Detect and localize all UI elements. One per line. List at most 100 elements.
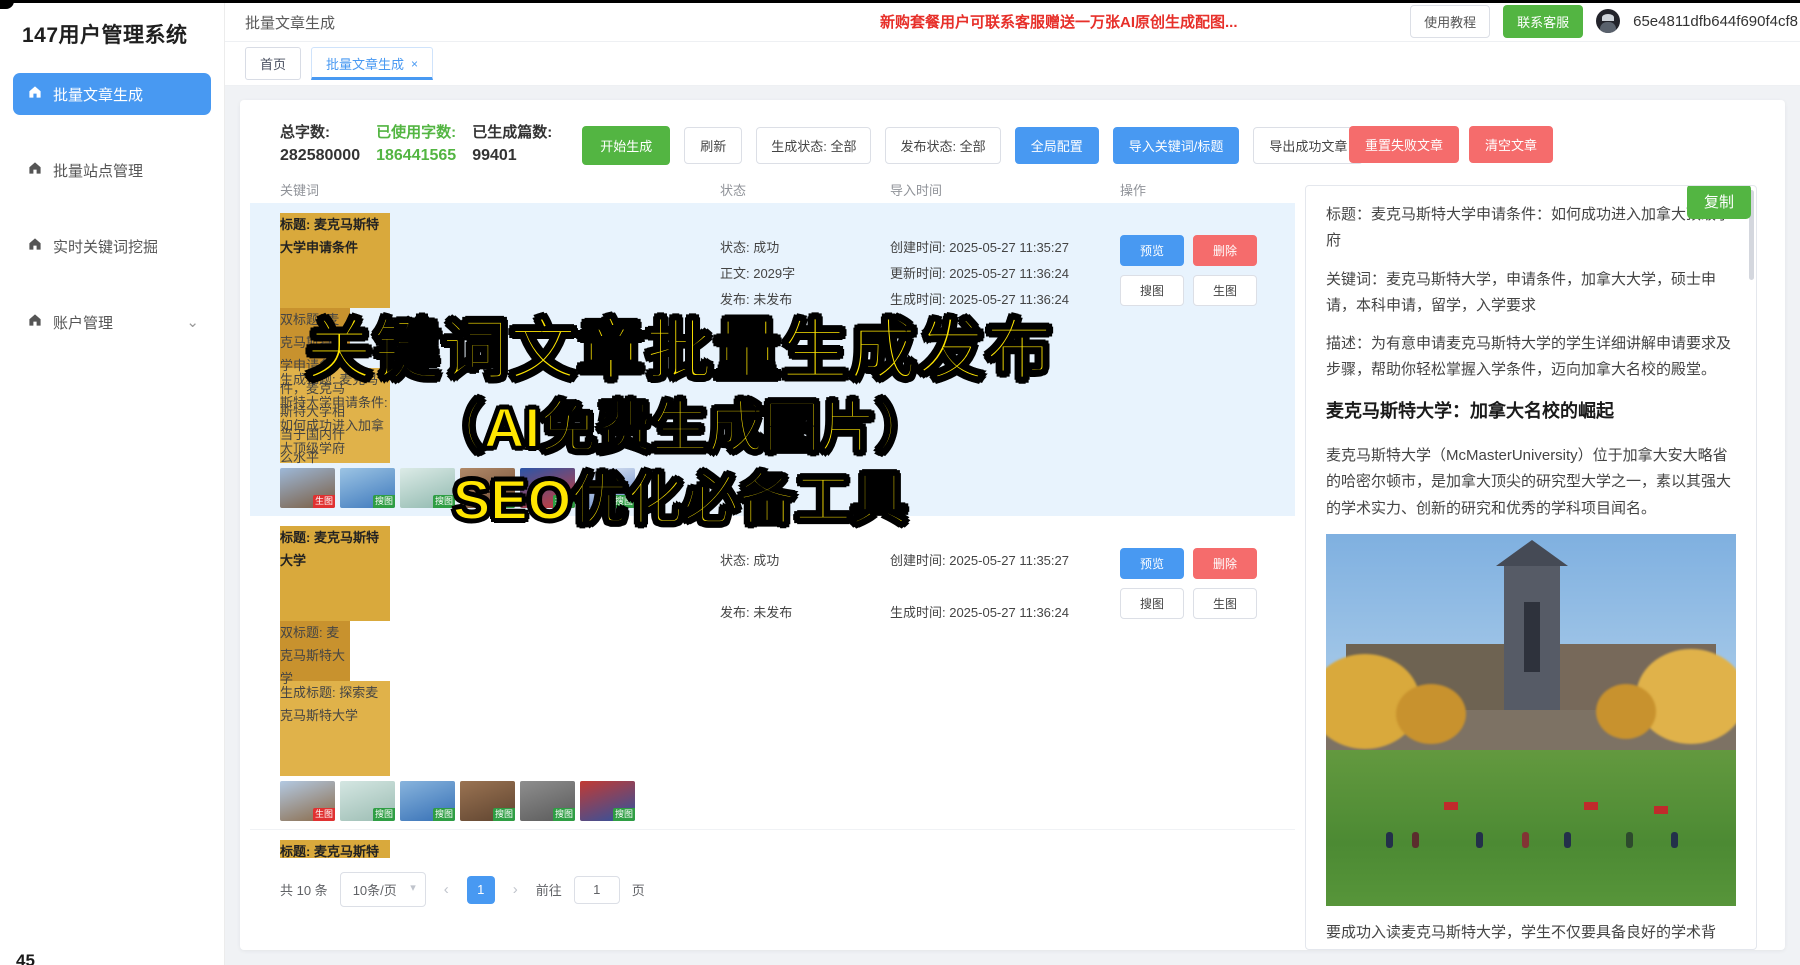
- stat-value: 99401: [472, 144, 552, 168]
- next-page-button[interactable]: ›: [507, 881, 524, 898]
- flag: [1584, 802, 1598, 810]
- table-row[interactable]: 标题: 麦克马斯特大学双标题: 麦克马斯特大学生成标题: 探索麦克马斯特大学生图…: [250, 516, 1295, 830]
- stat-label: 已使用字数:: [376, 122, 456, 144]
- danger-button-group: 重置失败文章 清空文章: [1349, 126, 1553, 163]
- sidebar-item-0[interactable]: 批量文章生成: [13, 73, 211, 115]
- tab-1[interactable]: 批量文章生成 ×: [311, 47, 433, 80]
- article-image: [1326, 534, 1736, 906]
- tab-label: 首页: [260, 54, 286, 73]
- avatar[interactable]: [1596, 9, 1620, 33]
- time-cell: 创建时间: 2025-05-27 11:35:27更新时间: 2025-05-2…: [890, 213, 1120, 508]
- tab-0[interactable]: 首页: [245, 47, 301, 80]
- delete-button[interactable]: 删除: [1193, 235, 1257, 266]
- row-generated-title: 生成标题: 探索麦克马斯特大学: [280, 681, 390, 776]
- table-row[interactable]: 标题: 麦克马斯特大学研究生申请条件双标题: 麦克马斯特大学研究生申请条件，麦克…: [250, 830, 1295, 858]
- search-image-button[interactable]: 搜图: [1120, 275, 1184, 306]
- row-title: 标题: 麦克马斯特大学研究生申请条件: [280, 840, 390, 858]
- pagination-total: 共 10 条: [280, 880, 328, 899]
- contact-support-button[interactable]: 联系客服: [1503, 5, 1583, 38]
- delete-button[interactable]: 删除: [1193, 548, 1257, 579]
- global-config-button[interactable]: 全局配置: [1015, 127, 1099, 164]
- sidebar-item-label: 账户管理: [53, 312, 113, 333]
- goto-page-input[interactable]: [574, 876, 620, 904]
- home-icon: [27, 160, 43, 180]
- thumbnail-tag: 搜图: [613, 808, 635, 821]
- page-number-button[interactable]: 1: [467, 876, 495, 904]
- article-thumbnail[interactable]: 搜图: [520, 468, 575, 508]
- publish-status-filter[interactable]: 发布状态: 全部: [885, 127, 1000, 164]
- table-row[interactable]: 标题: 麦克马斯特大学申请条件双标题: 麦克马斯特大学申请条件，麦克马斯特大学相…: [250, 203, 1295, 516]
- thumbnail-tag: 搜图: [373, 495, 395, 508]
- sidebar-menu: 批量文章生成批量站点管理实时关键词挖掘账户管理⌄: [0, 73, 224, 343]
- keyword-cell: 标题: 麦克马斯特大学双标题: 麦克马斯特大学生成标题: 探索麦克马斯特大学生图…: [280, 526, 720, 821]
- import-keywords-button[interactable]: 导入关键词/标题: [1113, 127, 1240, 164]
- row-title: 标题: 麦克马斯特大学: [280, 526, 390, 621]
- article-thumbnail[interactable]: 搜图: [340, 468, 395, 508]
- sidebar-item-2[interactable]: 实时关键词挖掘: [13, 225, 211, 267]
- tab-bar: 首页 批量文章生成 ×: [225, 42, 1800, 86]
- page-unit-label: 页: [632, 880, 645, 899]
- tab-label: 批量文章生成: [326, 54, 404, 73]
- time-line: 生成时间: 2025-05-27 11:36:24: [890, 287, 1120, 313]
- sidebar-item-1[interactable]: 批量站点管理: [13, 149, 211, 191]
- person: [1626, 832, 1633, 848]
- campus-tower: [1504, 562, 1560, 712]
- generate-status-filter[interactable]: 生成状态: 全部: [756, 127, 871, 164]
- sidebar: 147用户管理系统 批量文章生成批量站点管理实时关键词挖掘账户管理⌄: [0, 0, 225, 965]
- article-thumbnail[interactable]: 搜图: [580, 781, 635, 821]
- article-thumbnail[interactable]: 搜图: [580, 468, 635, 508]
- article-thumbnail[interactable]: 生图: [280, 781, 335, 821]
- close-icon[interactable]: ×: [411, 57, 418, 71]
- copy-button[interactable]: 复制: [1687, 185, 1751, 219]
- refresh-button[interactable]: 刷新: [684, 127, 742, 164]
- sidebar-item-3[interactable]: 账户管理⌄: [13, 301, 211, 343]
- time-line: 生成时间: 2025-05-27 11:36:24: [890, 600, 1120, 626]
- generate-image-button[interactable]: 生图: [1193, 588, 1257, 619]
- thumbnail-strip: 生图搜图搜图搜图搜图搜图: [280, 468, 702, 508]
- tutorial-button[interactable]: 使用教程: [1410, 5, 1490, 38]
- article-thumbnail[interactable]: 搜图: [520, 781, 575, 821]
- table-header-keyword: 关键词: [280, 180, 720, 199]
- article-thumbnail[interactable]: 生图: [280, 468, 335, 508]
- article-thumbnail[interactable]: 搜图: [460, 781, 515, 821]
- article-thumbnail[interactable]: 搜图: [340, 781, 395, 821]
- article-thumbnail[interactable]: 搜图: [460, 468, 515, 508]
- action-buttons: 预览删除搜图生图: [1120, 548, 1295, 619]
- status-cell: 状态: 成功: [720, 840, 890, 858]
- preview-button[interactable]: 预览: [1120, 548, 1184, 579]
- prev-page-button[interactable]: ‹: [438, 881, 455, 898]
- tree: [1596, 684, 1656, 739]
- article-thumbnail[interactable]: 搜图: [400, 781, 455, 821]
- reset-failed-button[interactable]: 重置失败文章: [1349, 126, 1459, 163]
- stat-label: 已生成篇数:: [472, 122, 552, 144]
- export-articles-button[interactable]: 导出成功文章: [1253, 127, 1363, 164]
- preview-heading: 麦克马斯特大学：加拿大名校的崛起: [1326, 396, 1736, 428]
- table-header: 关键词 状态 导入时间 操作: [250, 180, 1295, 199]
- start-generate-button[interactable]: 开始生成: [582, 126, 670, 165]
- search-image-button[interactable]: 搜图: [1120, 588, 1184, 619]
- table-header-status: 状态: [720, 180, 890, 199]
- clear-articles-button[interactable]: 清空文章: [1469, 126, 1553, 163]
- thumbnail-tag: 搜图: [613, 495, 635, 508]
- corner-artifact-text: 45: [16, 951, 35, 965]
- page-size-select[interactable]: 10条/页 ▾: [340, 872, 426, 907]
- announcement-text[interactable]: 新购套餐用户可联系客服赠送一万张AI原创生成配图...: [880, 11, 1238, 32]
- status-line: 状态: 成功: [720, 235, 890, 261]
- person: [1412, 832, 1419, 848]
- preview-description: 描述：为有意申请麦克马斯特大学的学生详细讲解申请要求及步骤，帮助你轻松掌握入学条…: [1326, 331, 1736, 384]
- thumbnail-tag: 搜图: [553, 495, 575, 508]
- status-line: 发布: 未发布: [720, 287, 890, 313]
- article-thumbnail[interactable]: 搜图: [400, 468, 455, 508]
- person: [1476, 832, 1483, 848]
- row-double-title: 双标题: 麦克马斯特大学申请条件，麦克马斯特大学相当于国内什么水平: [280, 308, 350, 368]
- stat-value: 282580000: [280, 144, 360, 168]
- stats-group: 总字数:282580000已使用字数:186441565已生成篇数:99401: [280, 122, 568, 168]
- time-cell: 创建时间: 2025-05-27 11:35:27更新时间: 2025-05-2…: [890, 840, 1120, 858]
- person: [1522, 832, 1529, 848]
- thumbnail-tag: 搜图: [373, 808, 395, 821]
- preview-button[interactable]: 预览: [1120, 235, 1184, 266]
- generate-image-button[interactable]: 生图: [1193, 275, 1257, 306]
- sidebar-item-label: 批量站点管理: [53, 160, 143, 181]
- table-header-import-time: 导入时间: [890, 180, 1120, 199]
- person: [1671, 832, 1678, 848]
